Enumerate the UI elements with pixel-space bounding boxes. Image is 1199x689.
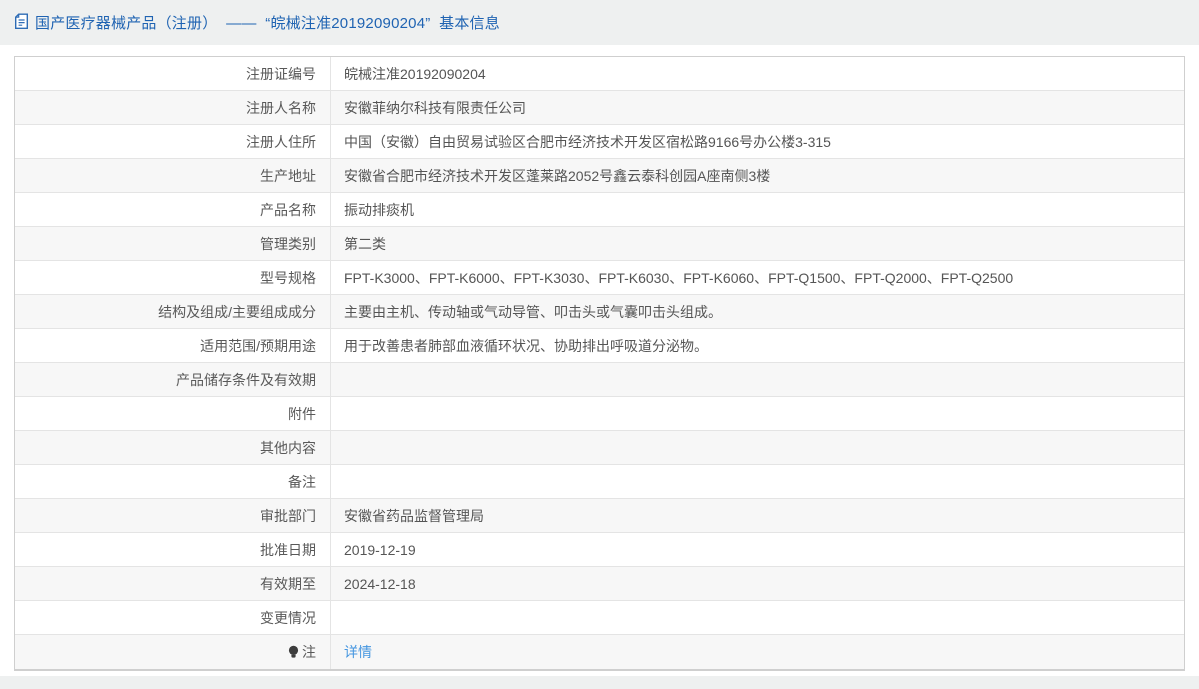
row-value: 振动排痰机 — [331, 193, 1184, 226]
row-label-text: 变更情况 — [260, 608, 316, 628]
table-row: 产品储存条件及有效期 — [15, 363, 1184, 397]
row-label-text: 注册人住所 — [246, 132, 316, 152]
table-row: 注册证编号 皖械注准20192090204 — [15, 57, 1184, 91]
row-label: 附件 — [15, 397, 331, 430]
row-label-text: 有效期至 — [260, 574, 316, 594]
table-row: 备注 — [15, 465, 1184, 499]
row-label: 批准日期 — [15, 533, 331, 566]
row-label-text: 生产地址 — [260, 166, 316, 186]
row-value: FPT-K3000、FPT-K6000、FPT-K3030、FPT-K6030、… — [331, 261, 1184, 294]
table-row: 适用范围/预期用途 用于改善患者肺部血液循环状况、协助排出呼吸道分泌物。 — [15, 329, 1184, 363]
row-value-text: 安徽菲纳尔科技有限责任公司 — [344, 98, 526, 118]
row-label: 备注 — [15, 465, 331, 498]
details-link[interactable]: 详情 — [344, 642, 372, 662]
row-label-text: 产品储存条件及有效期 — [176, 370, 316, 390]
row-label: 产品储存条件及有效期 — [15, 363, 331, 396]
row-value: 安徽菲纳尔科技有限责任公司 — [331, 91, 1184, 124]
row-label-text: 适用范围/预期用途 — [200, 336, 316, 356]
page: { "header": { "icon": "document-icon", "… — [0, 0, 1199, 689]
row-value-text: 安徽省合肥市经济技术开发区蓬莱路2052号鑫云泰科创园A座南侧3楼 — [344, 166, 770, 186]
row-value — [331, 465, 1184, 498]
row-value — [331, 601, 1184, 634]
row-label: 其他内容 — [15, 431, 331, 464]
table-row: 生产地址 安徽省合肥市经济技术开发区蓬莱路2052号鑫云泰科创园A座南侧3楼 — [15, 159, 1184, 193]
row-value: 安徽省药品监督管理局 — [331, 499, 1184, 532]
row-value: 中国（安徽）自由贸易试验区合肥市经济技术开发区宿松路9166号办公楼3-315 — [331, 125, 1184, 158]
row-label: 注册证编号 — [15, 57, 331, 90]
row-value-text: 安徽省药品监督管理局 — [344, 506, 484, 526]
row-label: 型号规格 — [15, 261, 331, 294]
content-panel: 注册证编号 皖械注准20192090204 注册人名称 安徽菲纳尔科技有限责任公… — [0, 45, 1199, 676]
table-row: 注册人住所 中国（安徽）自由贸易试验区合肥市经济技术开发区宿松路9166号办公楼… — [15, 125, 1184, 159]
page-title: 国产医疗器械产品（注册） —— “皖械注准20192090204” 基本信息 — [35, 12, 500, 33]
row-label: 审批部门 — [15, 499, 331, 532]
page-header: 国产医疗器械产品（注册） —— “皖械注准20192090204” 基本信息 — [0, 0, 1199, 45]
row-value-text: 振动排痰机 — [344, 200, 414, 220]
row-label: 注册人名称 — [15, 91, 331, 124]
row-value: 用于改善患者肺部血液循环状况、协助排出呼吸道分泌物。 — [331, 329, 1184, 362]
row-label: 注 — [15, 635, 331, 669]
row-label-text: 管理类别 — [260, 234, 316, 254]
table-row: 有效期至 2024-12-18 — [15, 567, 1184, 601]
row-label: 结构及组成/主要组成成分 — [15, 295, 331, 328]
row-label-text: 附件 — [288, 404, 316, 424]
row-value-text: FPT-K3000、FPT-K6000、FPT-K3030、FPT-K6030、… — [344, 268, 1013, 288]
table-row: 其他内容 — [15, 431, 1184, 465]
row-value-text: 用于改善患者肺部血液循环状况、协助排出呼吸道分泌物。 — [344, 336, 708, 356]
row-label: 产品名称 — [15, 193, 331, 226]
row-label-text: 备注 — [288, 472, 316, 492]
row-value: 第二类 — [331, 227, 1184, 260]
row-value: 安徽省合肥市经济技术开发区蓬莱路2052号鑫云泰科创园A座南侧3楼 — [331, 159, 1184, 192]
row-value: 2019-12-19 — [331, 533, 1184, 566]
row-label: 有效期至 — [15, 567, 331, 600]
row-value: 主要由主机、传动轴或气动导管、叩击头或气囊叩击头组成。 — [331, 295, 1184, 328]
bulb-icon — [287, 645, 300, 660]
row-label-text: 批准日期 — [260, 540, 316, 560]
row-label: 变更情况 — [15, 601, 331, 634]
row-label-text: 注 — [302, 642, 316, 662]
row-value: 详情 — [331, 635, 1184, 669]
row-value-text: 第二类 — [344, 234, 386, 254]
row-value-text: 2024-12-18 — [344, 576, 416, 592]
row-value — [331, 363, 1184, 396]
row-value — [331, 397, 1184, 430]
row-value — [331, 431, 1184, 464]
document-icon — [14, 13, 29, 30]
row-label: 注册人住所 — [15, 125, 331, 158]
table-row: 管理类别 第二类 — [15, 227, 1184, 261]
row-value-text: 2019-12-19 — [344, 542, 416, 558]
row-label: 管理类别 — [15, 227, 331, 260]
table-row: 附件 — [15, 397, 1184, 431]
row-label: 生产地址 — [15, 159, 331, 192]
row-label-text: 型号规格 — [260, 268, 316, 288]
row-value-text: 中国（安徽）自由贸易试验区合肥市经济技术开发区宿松路9166号办公楼3-315 — [344, 132, 831, 152]
row-label-text: 产品名称 — [260, 200, 316, 220]
row-value: 2024-12-18 — [331, 567, 1184, 600]
table-row: 批准日期 2019-12-19 — [15, 533, 1184, 567]
row-value-text: 主要由主机、传动轴或气动导管、叩击头或气囊叩击头组成。 — [344, 302, 722, 322]
table-row: 产品名称 振动排痰机 — [15, 193, 1184, 227]
info-table: 注册证编号 皖械注准20192090204 注册人名称 安徽菲纳尔科技有限责任公… — [14, 56, 1185, 671]
row-value: 皖械注准20192090204 — [331, 57, 1184, 90]
row-value-text: 皖械注准20192090204 — [344, 64, 486, 84]
table-row: 变更情况 — [15, 601, 1184, 635]
row-label-text: 注册证编号 — [246, 64, 316, 84]
row-label-text: 注册人名称 — [246, 98, 316, 118]
table-row: 型号规格 FPT-K3000、FPT-K6000、FPT-K3030、FPT-K… — [15, 261, 1184, 295]
table-row: 审批部门 安徽省药品监督管理局 — [15, 499, 1184, 533]
table-row: 注 详情 — [15, 635, 1184, 669]
table-row: 注册人名称 安徽菲纳尔科技有限责任公司 — [15, 91, 1184, 125]
row-label-text: 其他内容 — [260, 438, 316, 458]
row-label-text: 审批部门 — [260, 506, 316, 526]
row-label-text: 结构及组成/主要组成成分 — [158, 302, 316, 322]
row-label: 适用范围/预期用途 — [15, 329, 331, 362]
table-row: 结构及组成/主要组成成分 主要由主机、传动轴或气动导管、叩击头或气囊叩击头组成。 — [15, 295, 1184, 329]
